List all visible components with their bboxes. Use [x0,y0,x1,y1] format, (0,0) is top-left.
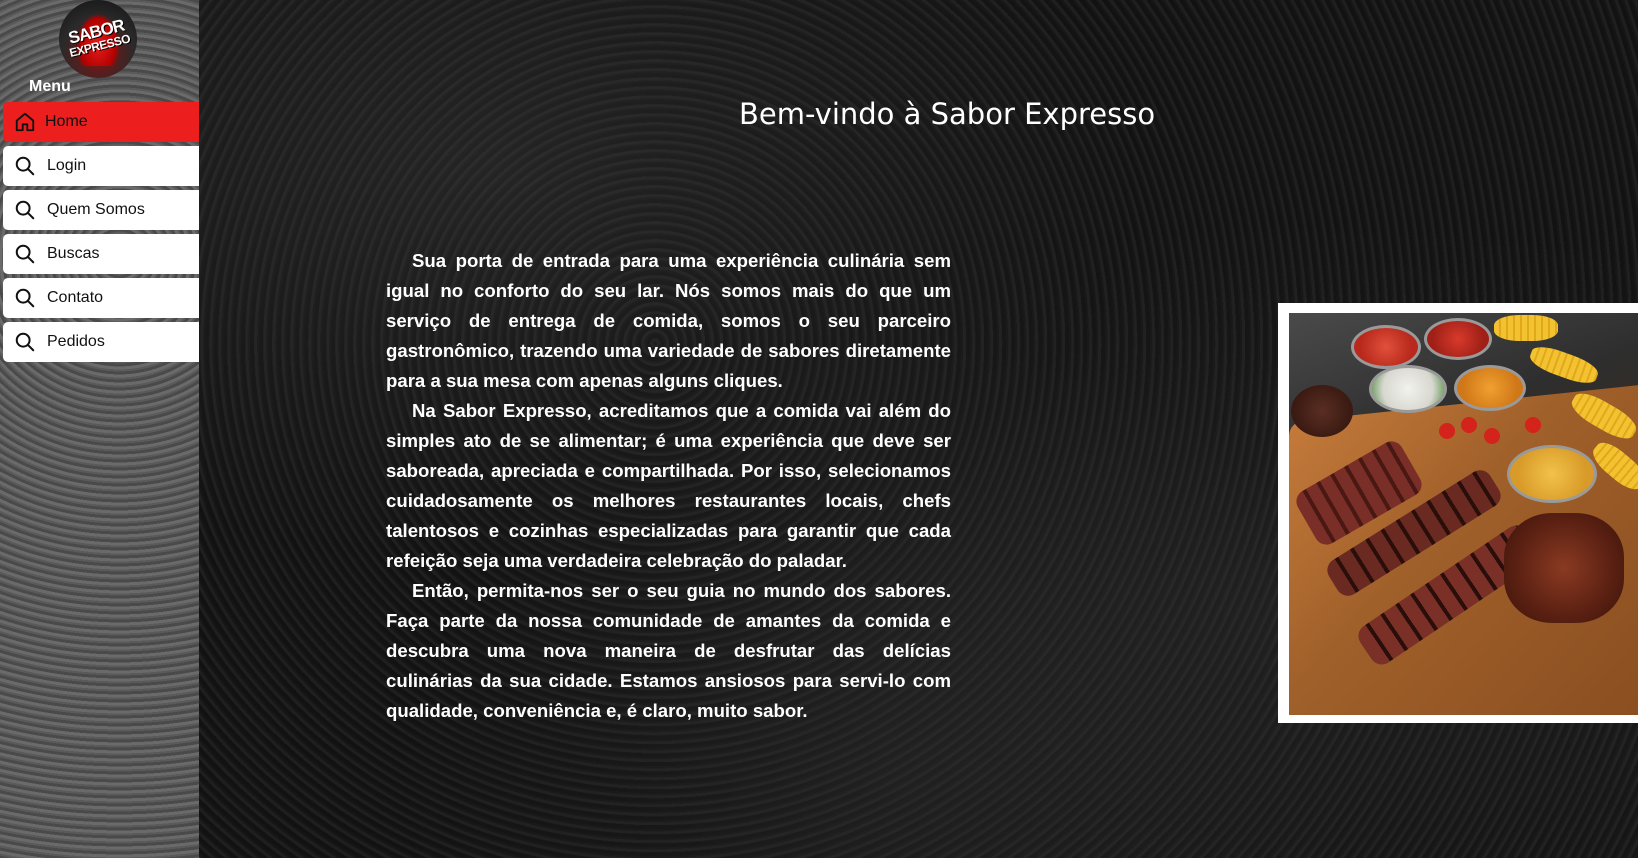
sauce-bowl [1351,325,1421,369]
intro-paragraph-3: Então, permita-nos ser o seu guia no mun… [386,580,951,721]
burger-patty [1291,385,1353,437]
corn [1494,315,1558,341]
tomato [1461,417,1477,433]
search-icon [13,198,37,222]
menu-title: Menu [29,78,71,95]
search-icon [13,286,37,310]
logo-text: SABOR EXPRESSO [66,15,132,61]
sidebar-item-label: Login [47,157,87,174]
sidebar-item-login[interactable]: Login [3,146,199,186]
salsa-bowl [1424,318,1492,360]
sidebar-item-buscas[interactable]: Buscas [3,234,199,274]
sidebar-item-pedidos[interactable]: Pedidos [3,322,199,362]
search-icon [13,154,37,178]
sidebar-item-label: Quem Somos [47,201,145,218]
potato-bowl [1454,365,1526,411]
sidebar-item-label: Home [45,113,88,130]
corn-bowl [1507,445,1597,503]
corn [1527,341,1601,389]
tomato [1484,428,1500,444]
search-icon [13,330,37,354]
home-icon [13,110,37,134]
tomato [1439,423,1455,439]
sidebar-item-contato[interactable]: Contato [3,278,199,318]
page-title: Bem-vindo à Sabor Expresso [739,97,1156,131]
search-icon [13,242,37,266]
sidebar-item-label: Buscas [47,245,100,262]
food-photo-frame [1278,303,1638,723]
brand-logo[interactable]: SABOR EXPRESSO [59,0,137,78]
intro-paragraph-2: Na Sabor Expresso, acreditamos que a com… [386,400,951,571]
sidebar-item-quem-somos[interactable]: Quem Somos [3,190,199,230]
sidebar-item-label: Contato [47,289,104,306]
intro-paragraph-1: Sua porta de entrada para uma experiênci… [386,250,951,391]
sidebar: SABOR EXPRESSO Menu Home Login Quem Somo… [0,0,199,858]
intro-text: Sua porta de entrada para uma experiênci… [386,246,951,726]
tomato [1525,417,1541,433]
grilled-chicken [1504,513,1624,623]
sidebar-nav: Home Login Quem Somos Buscas Contato Ped… [3,102,199,366]
sidebar-item-home[interactable]: Home [3,102,199,142]
dip-bowl [1369,365,1447,413]
sidebar-item-label: Pedidos [47,333,105,350]
barbecue-platter-image [1289,313,1638,715]
